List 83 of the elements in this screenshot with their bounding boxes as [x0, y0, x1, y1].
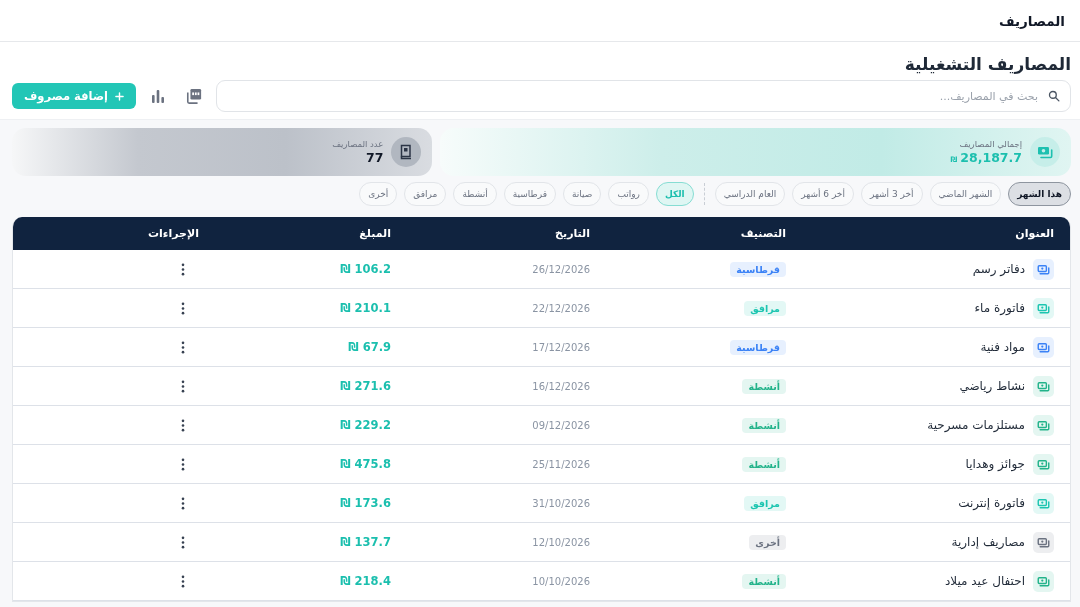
date-text: 26/12/2026	[532, 263, 590, 275]
period-filter-chip[interactable]: العام الدراسي	[714, 182, 786, 206]
date-text: 09/12/2026	[532, 419, 590, 431]
amount-text: 475.8 ₪	[340, 457, 391, 471]
expense-title: احتفال عيد ميلاد	[944, 574, 1025, 588]
more-icon	[181, 496, 185, 510]
more-icon	[181, 457, 185, 471]
expense-title: نشاط رياضي	[959, 379, 1025, 393]
category-filter-chip[interactable]: أنشطة	[453, 182, 497, 206]
expense-title: فاتورة ماء	[974, 301, 1025, 315]
stat-label: إجمالي المصاريف	[958, 139, 1022, 149]
category-tag: أخرى	[749, 534, 786, 550]
book-icon	[391, 137, 422, 167]
amount-text: 218.4 ₪	[340, 574, 391, 588]
category-tag: قرطاسية	[730, 339, 786, 355]
category-tag: أنشطة	[742, 417, 786, 433]
category-tag: أنشطة	[742, 573, 786, 589]
category-tag: مرافق	[744, 300, 786, 316]
amount-text: 137.7 ₪	[340, 535, 391, 549]
stat-value: 77	[366, 150, 384, 165]
banknotes-icon	[1030, 137, 1060, 167]
amount-text: 229.2 ₪	[340, 418, 391, 432]
banknotes-icon	[1033, 336, 1054, 358]
page-title: المصاريف التشغيلية	[903, 53, 1071, 76]
period-filter-chip[interactable]: أخر 3 أشهر	[860, 182, 923, 206]
expense-title: جوائز وهدايا	[965, 457, 1025, 471]
banknotes-icon	[1033, 531, 1054, 553]
documents-icon	[186, 88, 202, 104]
more-icon	[181, 301, 185, 315]
amount-text: 173.6 ₪	[340, 496, 391, 510]
more-icon	[181, 340, 185, 354]
amount-text: 67.9 ₪	[348, 340, 391, 354]
amount-text: 106.2 ₪	[340, 262, 391, 276]
column-header: العنوان	[1014, 227, 1055, 240]
category-filter-chip[interactable]: قرطاسية	[503, 182, 556, 206]
period-filter-chip[interactable]: هذا الشهر	[1008, 182, 1071, 206]
period-filter-chip[interactable]: الشهر الماضي	[929, 182, 1002, 206]
more-icon	[181, 379, 185, 393]
app-title: المصاريف	[998, 12, 1065, 29]
expense-title: مواد فنية	[980, 340, 1025, 354]
column-header: التاريخ	[554, 227, 591, 240]
category-tag: مرافق	[744, 495, 786, 511]
search-field[interactable]: بحث في المصاريف...	[216, 80, 1071, 112]
date-text: 12/10/2026	[532, 536, 590, 548]
date-text: 17/12/2026	[532, 341, 590, 353]
banknotes-icon	[1033, 414, 1054, 436]
amount-text: 210.1 ₪	[340, 301, 391, 315]
category-filter-chip[interactable]: مرافق	[404, 182, 447, 206]
banknotes-icon	[1033, 375, 1054, 397]
plus-icon	[115, 91, 124, 101]
banknotes-icon	[1033, 258, 1054, 280]
category-tag: أنشطة	[742, 456, 786, 472]
stat-label: عدد المصاريف	[332, 139, 384, 149]
column-header: المبلغ	[358, 227, 392, 240]
expense-title: دفاتر رسم	[972, 262, 1025, 276]
more-icon	[181, 574, 185, 588]
category-tag: قرطاسية	[730, 261, 786, 277]
date-text: 22/12/2026	[532, 302, 590, 314]
date-text: 31/10/2026	[532, 497, 590, 509]
date-text: 16/12/2026	[532, 380, 590, 392]
category-filter-chip[interactable]: رواتب	[608, 182, 649, 206]
stat-value: 28,187.7	[960, 150, 1022, 165]
column-header: الإجراءات	[147, 227, 200, 240]
bar-chart-icon	[150, 88, 166, 104]
banknotes-icon	[1033, 492, 1054, 514]
more-icon	[181, 535, 185, 549]
more-icon	[181, 262, 185, 276]
expense-title: مصاريف إدارية	[951, 535, 1025, 549]
period-filter-chip[interactable]: أخر 6 أشهر	[792, 182, 854, 206]
expense-title: فاتورة إنترنت	[958, 496, 1025, 510]
more-icon	[181, 418, 185, 432]
column-header: التصنيف	[739, 227, 787, 240]
banknotes-icon	[1033, 453, 1054, 475]
banknotes-icon	[1033, 570, 1054, 592]
date-text: 10/10/2026	[532, 575, 590, 587]
date-text: 25/11/2026	[532, 458, 590, 470]
category-filter-chip[interactable]: صيانة	[562, 182, 602, 206]
category-filter-chip[interactable]: أخرى	[359, 182, 398, 206]
search-icon	[1048, 90, 1060, 102]
amount-text: 271.6 ₪	[340, 379, 391, 393]
banknotes-icon	[1033, 297, 1054, 319]
category-tag: أنشطة	[742, 378, 786, 394]
expense-title: مستلزمات مسرحية	[927, 418, 1025, 432]
